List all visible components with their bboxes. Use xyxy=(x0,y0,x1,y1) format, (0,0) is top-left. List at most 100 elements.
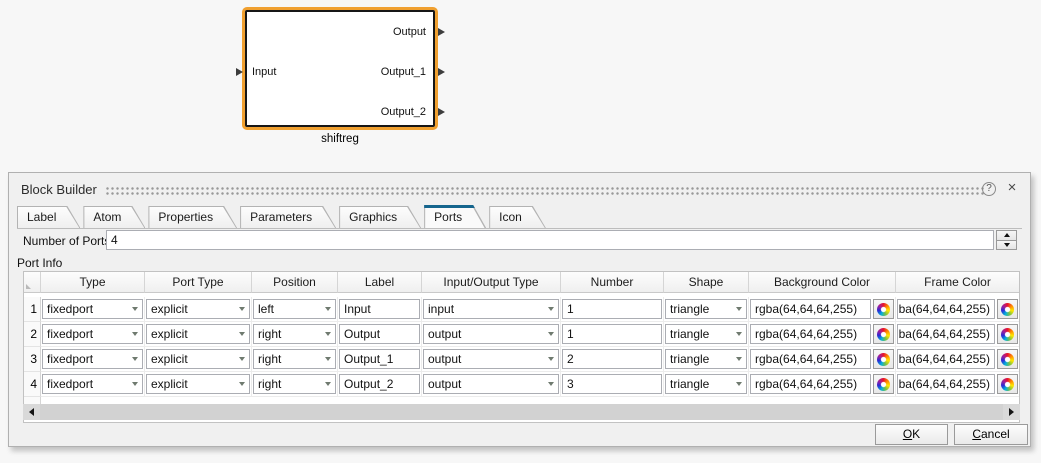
shiftreg-block[interactable]: Input Output Output_1 Output_2 shiftreg xyxy=(242,7,438,130)
dialog-title: Block Builder xyxy=(21,182,97,197)
dropdown-caret-icon xyxy=(325,332,331,336)
dropdown-caret-icon xyxy=(239,382,245,386)
scroll-left-button[interactable] xyxy=(23,404,40,420)
number-of-ports-input[interactable]: 4 xyxy=(106,230,994,250)
tab-atom[interactable]: Atom xyxy=(83,206,145,228)
position-combo[interactable]: right xyxy=(253,324,336,344)
port-type-combo[interactable]: explicit xyxy=(146,349,250,369)
scrollbar-thumb[interactable] xyxy=(40,404,1003,420)
scroll-right-button[interactable] xyxy=(1003,404,1020,420)
close-icon[interactable]: × xyxy=(1004,180,1020,196)
number-input[interactable]: 1 xyxy=(562,324,662,344)
label-input[interactable]: Output_1 xyxy=(339,349,420,369)
port-type-combo[interactable]: explicit xyxy=(146,324,250,344)
port-type-combo[interactable]: explicit xyxy=(146,299,250,319)
tab-icon[interactable]: Icon xyxy=(489,206,546,228)
tab-label[interactable]: Label xyxy=(17,206,80,228)
horizontal-scrollbar[interactable] xyxy=(23,404,1020,420)
label-input[interactable]: Output xyxy=(339,324,420,344)
help-icon[interactable]: ? xyxy=(982,182,996,196)
bg-color-picker-button[interactable] xyxy=(873,349,894,369)
port-type-combo[interactable]: explicit xyxy=(146,374,250,394)
position-combo[interactable]: right xyxy=(253,349,336,369)
tab-properties[interactable]: Properties xyxy=(148,206,237,228)
frame-color-input[interactable]: rgba(64,64,64,255) xyxy=(897,349,995,369)
type-combo[interactable]: fixedport xyxy=(42,324,143,344)
output-1-port-arrow-icon[interactable] xyxy=(438,68,445,76)
bg-color-picker-button[interactable] xyxy=(873,299,894,319)
color-wheel-icon xyxy=(1001,303,1014,316)
row-number-cell[interactable]: 3 xyxy=(24,347,41,372)
dialog-titlebar[interactable]: Block Builder ? × xyxy=(9,173,1030,205)
dropdown-caret-icon xyxy=(325,382,331,386)
color-wheel-icon xyxy=(877,378,890,391)
frame-color-picker-button[interactable] xyxy=(997,349,1018,369)
tab-ports[interactable]: Ports xyxy=(424,205,486,228)
label-input[interactable]: Input xyxy=(339,299,420,319)
shape-combo[interactable]: triangle xyxy=(665,374,747,394)
port-label-output-1: Output_1 xyxy=(381,66,426,78)
number-input[interactable]: 1 xyxy=(562,299,662,319)
color-wheel-icon xyxy=(877,328,890,341)
bg-color-input[interactable]: rgba(64,64,64,255) xyxy=(750,324,871,344)
tab-graphics[interactable]: Graphics xyxy=(339,206,421,228)
spin-down-button[interactable] xyxy=(996,241,1017,251)
shape-combo[interactable]: triangle xyxy=(665,349,747,369)
output-2-port-arrow-icon[interactable] xyxy=(438,108,445,116)
color-wheel-icon xyxy=(1001,353,1014,366)
row-number-cell[interactable]: 1 xyxy=(24,297,41,322)
spin-up-button[interactable] xyxy=(996,230,1017,241)
frame-color-input[interactable]: rgba(64,64,64,255) xyxy=(897,324,995,344)
dropdown-caret-icon xyxy=(548,382,554,386)
output-port-arrow-icon[interactable] xyxy=(438,28,445,36)
tab-bar: Label Atom Properties Parameters Graphic… xyxy=(17,206,1022,229)
io-type-combo[interactable]: output xyxy=(423,349,559,369)
number-input[interactable]: 2 xyxy=(562,349,662,369)
dropdown-caret-icon xyxy=(736,307,742,311)
cancel-button[interactable]: Cancel xyxy=(954,424,1028,445)
block-builder-dialog: Block Builder ? × Label Atom Properties … xyxy=(8,172,1031,447)
column-header-bg-color: Background Color xyxy=(749,272,896,293)
io-type-combo[interactable]: output xyxy=(423,374,559,394)
type-combo[interactable]: fixedport xyxy=(42,349,143,369)
input-port-arrow-icon[interactable] xyxy=(236,68,243,76)
bg-color-input[interactable]: rgba(64,64,64,255) xyxy=(750,374,871,394)
up-arrow-icon xyxy=(1004,233,1010,237)
tab-parameters[interactable]: Parameters xyxy=(240,206,336,228)
number-of-ports-label: Number of Ports xyxy=(23,234,110,248)
port-info-label: Port Info xyxy=(17,256,62,270)
frame-color-input[interactable]: rgba(64,64,64,255) xyxy=(897,374,995,394)
label-input[interactable]: Output_2 xyxy=(339,374,420,394)
type-combo[interactable]: fixedport xyxy=(42,374,143,394)
frame-color-picker-button[interactable] xyxy=(997,299,1018,319)
number-input[interactable]: 3 xyxy=(562,374,662,394)
shape-combo[interactable]: triangle xyxy=(665,324,747,344)
frame-color-picker-button[interactable] xyxy=(997,374,1018,394)
color-wheel-icon xyxy=(877,353,890,366)
type-combo[interactable]: fixedport xyxy=(42,299,143,319)
bg-color-picker-button[interactable] xyxy=(873,324,894,344)
frame-color-input[interactable]: rgba(64,64,64,255) xyxy=(897,299,995,319)
row-number-cell[interactable]: 4 xyxy=(24,372,41,397)
position-combo[interactable]: left xyxy=(253,299,336,319)
shape-combo[interactable]: triangle xyxy=(665,299,747,319)
ok-button[interactable]: OK xyxy=(875,424,948,445)
bg-color-input[interactable]: rgba(64,64,64,255) xyxy=(750,349,871,369)
io-type-combo[interactable]: input xyxy=(423,299,559,319)
port-label-output-2: Output_2 xyxy=(381,106,426,118)
titlebar-drag-handle-dots[interactable] xyxy=(105,186,984,195)
io-type-combo[interactable]: output xyxy=(423,324,559,344)
empty-row xyxy=(41,397,1019,404)
bg-color-input[interactable]: rgba(64,64,64,255) xyxy=(750,299,871,319)
dropdown-caret-icon xyxy=(736,332,742,336)
frame-color-picker-button[interactable] xyxy=(997,324,1018,344)
column-header-number: Number xyxy=(561,272,664,293)
bg-color-picker-button[interactable] xyxy=(873,374,894,394)
row-number-cell[interactable]: 2 xyxy=(24,322,41,347)
position-combo[interactable]: right xyxy=(253,374,336,394)
port-table: Type Port Type Position Label Input/Outp… xyxy=(23,271,1020,423)
number-of-ports-spinner xyxy=(996,230,1017,250)
column-header-port-type: Port Type xyxy=(145,272,252,293)
column-header-type: Type xyxy=(41,272,145,293)
scrollbar-track[interactable] xyxy=(40,404,1003,420)
